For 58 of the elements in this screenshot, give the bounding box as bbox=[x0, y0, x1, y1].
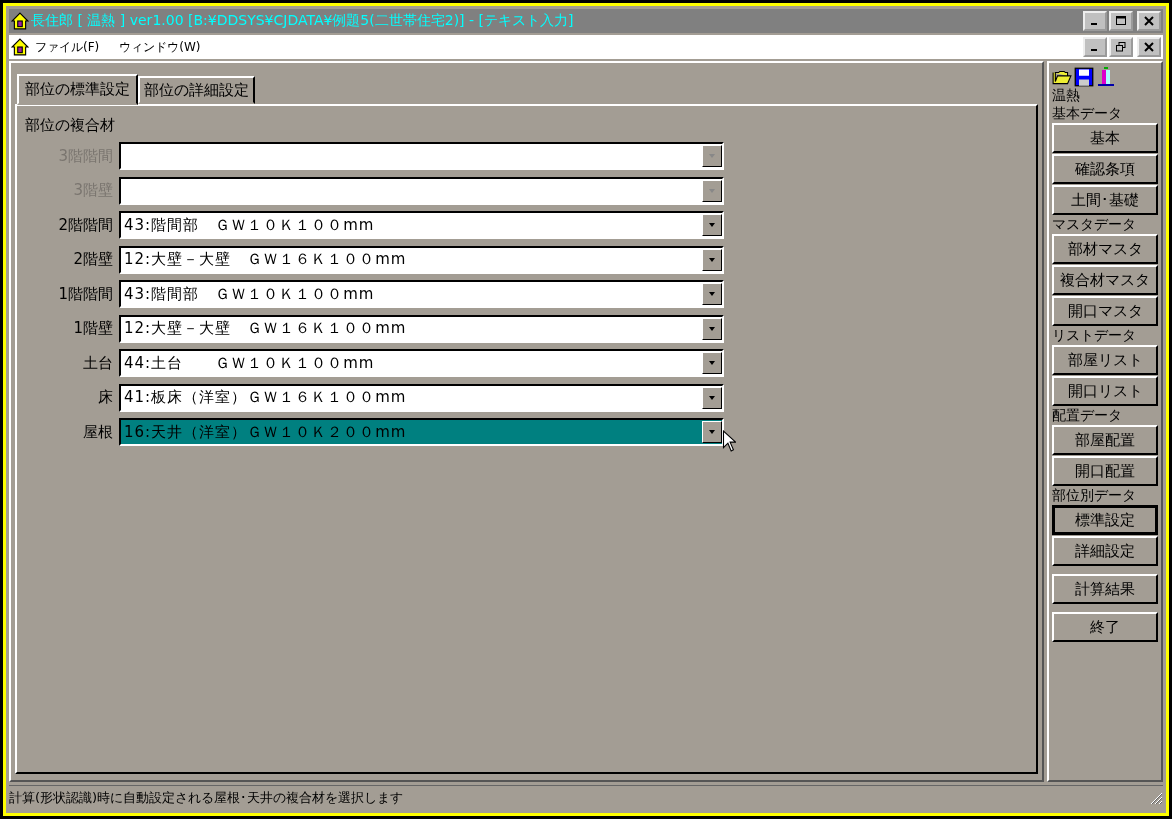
close-icon bbox=[1143, 41, 1155, 53]
dropdown[interactable]: 44:土台 ＧＷ１０Ｋ１００mm bbox=[119, 349, 724, 378]
close-icon bbox=[1143, 15, 1155, 27]
close-button[interactable] bbox=[1137, 37, 1161, 57]
status-text: 計算(形状認識)時に自動設定される屋根･天井の複合材を選択します bbox=[9, 789, 404, 807]
dropdown[interactable]: 41:板床（洋室）ＧＷ１６Ｋ１００mm bbox=[119, 383, 724, 412]
sidebar-button[interactable]: 土間･基礎 bbox=[1052, 185, 1158, 215]
sidebar-button[interactable]: 基本 bbox=[1052, 123, 1158, 153]
section-title: 部位の複合材 bbox=[25, 116, 116, 135]
mouse-cursor-icon bbox=[722, 430, 736, 453]
sidebar-caption: 温熱 bbox=[1052, 87, 1081, 104]
tab[interactable]: 部位の詳細設定 bbox=[138, 76, 255, 104]
house-icon bbox=[11, 38, 29, 56]
sidebar-button[interactable]: 部屋配置 bbox=[1052, 425, 1158, 455]
sidebar-button[interactable]: 詳細設定 bbox=[1052, 536, 1158, 566]
sidebar-button[interactable]: 終了 bbox=[1052, 612, 1158, 642]
group-heading: リストデータ bbox=[1052, 327, 1137, 344]
menu-item[interactable]: ファイル(F) bbox=[35, 38, 100, 56]
field-label: 床 bbox=[97, 388, 114, 408]
save-icon[interactable] bbox=[1074, 67, 1094, 87]
minimize-button[interactable] bbox=[1083, 37, 1107, 57]
field-label: 1階階間 bbox=[57, 284, 114, 304]
tab[interactable]: 部位の標準設定 bbox=[17, 74, 138, 105]
group-heading: 配置データ bbox=[1052, 407, 1123, 424]
sidebar-button[interactable]: 部材マスタ bbox=[1052, 234, 1158, 264]
field-label: 土台 bbox=[82, 353, 114, 373]
field-label: 2階壁 bbox=[72, 250, 114, 270]
dropdown[interactable]: 43:階間部 ＧＷ１０Ｋ１００mm bbox=[119, 280, 724, 309]
dropdown[interactable]: 43:階間部 ＧＷ１０Ｋ１００mm bbox=[119, 211, 724, 240]
minimize-icon bbox=[1090, 23, 1097, 25]
house-icon bbox=[11, 12, 29, 30]
sidebar-button[interactable]: 標準設定 bbox=[1052, 505, 1158, 535]
resize-grip-icon[interactable] bbox=[1149, 791, 1163, 805]
field-label: 2階階間 bbox=[57, 215, 114, 235]
dropdown[interactable]: 12:大壁－大壁 ＧＷ１６Ｋ１００mm bbox=[119, 314, 724, 343]
sidebar-button[interactable]: 開口リスト bbox=[1052, 376, 1158, 406]
field-label: 1階壁 bbox=[72, 319, 114, 339]
maximize-icon bbox=[1115, 15, 1127, 27]
sidebar-button[interactable]: 複合材マスタ bbox=[1052, 265, 1158, 295]
restore-icon bbox=[1115, 41, 1127, 53]
close-button[interactable] bbox=[1137, 11, 1161, 31]
restore-button[interactable] bbox=[1109, 37, 1133, 57]
field-label: 屋根 bbox=[82, 422, 114, 442]
sidebar-button[interactable]: 開口マスタ bbox=[1052, 296, 1158, 326]
minimize-icon bbox=[1090, 49, 1097, 51]
group-heading: 部位別データ bbox=[1052, 487, 1137, 504]
group-heading: マスタデータ bbox=[1052, 216, 1137, 233]
group-heading: 基本データ bbox=[1052, 105, 1123, 122]
sidebar-button[interactable]: 確認条項 bbox=[1052, 154, 1158, 184]
minimize-button[interactable] bbox=[1083, 11, 1107, 31]
dropdown[interactable]: 12:大壁－大壁 ＧＷ１６Ｋ１００mm bbox=[119, 245, 724, 274]
sidebar-button[interactable]: 開口配置 bbox=[1052, 456, 1158, 486]
sidebar-button[interactable]: 部屋リスト bbox=[1052, 345, 1158, 375]
building-icon[interactable] bbox=[1096, 67, 1116, 87]
menu-item[interactable]: ウィンドウ(W) bbox=[119, 38, 201, 56]
sidebar-button[interactable]: 計算結果 bbox=[1052, 574, 1158, 604]
maximize-button[interactable] bbox=[1109, 11, 1133, 31]
window-title: 長住郎 [ 温熱 ] ver1.00 [B:¥DDSYS¥CJDATA¥例題5(二世帯住宅2)] - [テキスト入力] bbox=[31, 12, 574, 30]
